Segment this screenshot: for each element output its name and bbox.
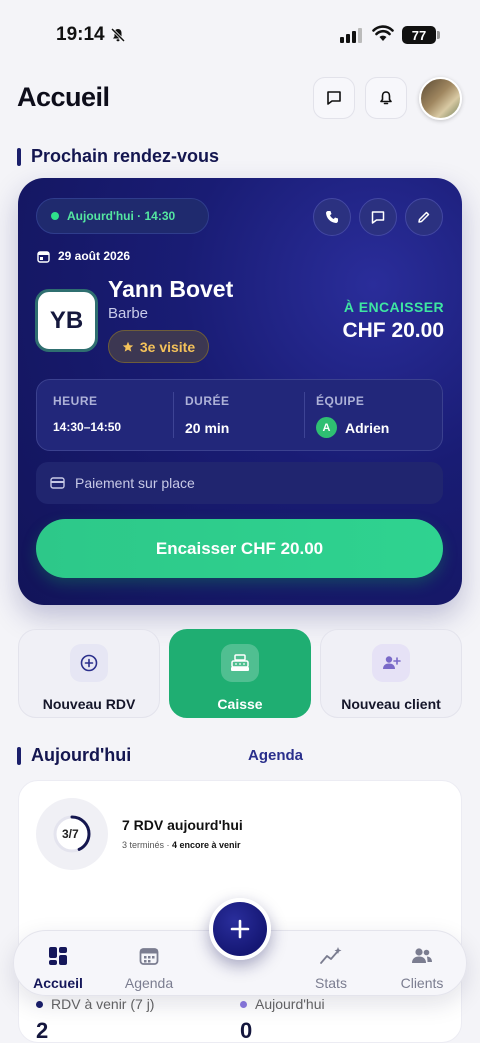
cash-register-button[interactable]: Caisse: [169, 629, 311, 718]
qa-label: Nouveau RDV: [42, 696, 136, 712]
team-avatar: A: [316, 417, 337, 438]
stat-upcoming: RDV à venir (7 j): [36, 996, 154, 1012]
bell-off-icon: [110, 27, 126, 43]
nav-label: Clients: [400, 975, 444, 991]
nav-clients[interactable]: Clients: [382, 945, 462, 991]
rdv-upcoming: 4 encore à venir: [172, 840, 241, 850]
cash-register-icon: [231, 654, 249, 671]
amount-due: CHF 20.00: [342, 319, 444, 342]
team-label: ÉQUIPE: [316, 394, 365, 408]
divider: [304, 392, 305, 438]
users-icon: [412, 948, 432, 963]
status-time: 19:14: [56, 24, 105, 45]
new-client-button[interactable]: Nouveau client: [320, 629, 462, 718]
stat-today: Aujourd'hui: [240, 996, 325, 1012]
stat-label: Aujourd'hui: [255, 996, 325, 1012]
stat-label: RDV à venir (7 j): [51, 996, 155, 1012]
section-today: Aujourd'hui: [17, 745, 131, 766]
chat-icon: [371, 211, 385, 224]
bell-icon: [380, 91, 392, 105]
client-name: Yann Bovet: [108, 276, 234, 302]
duration-column: DURÉE 20 min: [185, 394, 230, 436]
nav-stats[interactable]: Stats: [291, 945, 371, 991]
team-name: Adrien: [345, 419, 390, 436]
cash-in-button[interactable]: Encaisser CHF 20.00: [36, 519, 443, 578]
agenda-link[interactable]: Agenda: [248, 747, 303, 764]
time-value: 14:30–14:50: [53, 420, 122, 434]
section-marker: [17, 746, 21, 765]
calendar-icon: [139, 948, 159, 965]
notifications-button[interactable]: [365, 77, 407, 119]
payment-method: Paiement sur place: [36, 462, 443, 504]
nav-label: Agenda: [124, 975, 174, 991]
amount-due-label: À ENCAISSER: [343, 299, 444, 315]
legend-dot: [240, 1000, 247, 1008]
rdv-done: 3 terminés ·: [122, 840, 173, 850]
qa-label: Nouveau client: [341, 696, 441, 712]
team-column: ÉQUIPE A Adrien: [316, 394, 389, 438]
nav-agenda[interactable]: Agenda: [109, 945, 189, 991]
nav-label: Stats: [315, 975, 347, 991]
time-label: HEURE: [53, 394, 98, 408]
edit-button[interactable]: [405, 198, 443, 236]
today-time: Aujourd'hui · 14:30: [67, 209, 176, 223]
credit-card-icon: [50, 477, 65, 489]
pencil-icon: [418, 211, 430, 223]
messages-button[interactable]: [313, 77, 355, 119]
star-icon: [122, 341, 134, 352]
new-appointment-button[interactable]: Nouveau RDV: [18, 629, 160, 718]
visit-count: 3e visite: [139, 338, 196, 355]
progress-label: 3/7: [62, 827, 79, 841]
rdv-count-title: 7 RDV aujourd'hui: [122, 817, 243, 833]
divider: [173, 392, 174, 438]
nav-label: Accueil: [33, 975, 83, 991]
section-next-appointment: Prochain rendez-vous: [17, 146, 219, 167]
service-name: Barbe: [108, 305, 149, 322]
qa-label: Caisse: [217, 696, 263, 712]
qa-icon-bg: [70, 644, 108, 682]
team-member: A Adrien: [316, 417, 389, 438]
client-initials: YB: [35, 289, 98, 352]
trend-icon: [320, 947, 342, 964]
nav-accueil[interactable]: Accueil: [18, 945, 98, 991]
section-marker: [17, 147, 21, 166]
plus-circle-icon: [80, 654, 98, 672]
user-plus-icon: [383, 656, 401, 669]
plus-icon: [230, 919, 250, 939]
stat-value: 2: [36, 1018, 49, 1043]
chat-icon: [327, 91, 341, 105]
live-dot: [51, 212, 59, 220]
message-client-button[interactable]: [359, 198, 397, 236]
qa-icon-bg: [221, 644, 259, 682]
section-title: Prochain rendez-vous: [31, 146, 220, 166]
qa-icon-bg: [372, 644, 410, 682]
add-fab-button[interactable]: [209, 898, 271, 960]
duration-value: 20 min: [185, 420, 230, 436]
date-row: 29 août 2026: [37, 249, 130, 263]
wifi-icon: [372, 25, 394, 41]
calendar-icon: [37, 250, 50, 263]
page-title: Accueil: [17, 82, 110, 112]
visit-badge: 3e visite: [108, 330, 209, 363]
section-title: Aujourd'hui: [31, 745, 132, 765]
call-button[interactable]: [313, 198, 351, 236]
dashboard-icon: [49, 947, 67, 965]
rdv-breakdown: 3 terminés · 4 encore à venir: [122, 840, 241, 850]
legend-dot: [36, 1000, 43, 1008]
battery-icon: 77: [402, 26, 436, 44]
payment-text: Paiement sur place: [75, 475, 195, 491]
time-column: HEURE 14:30–14:50: [53, 394, 121, 434]
avatar[interactable]: [419, 77, 462, 120]
duration-label: DURÉE: [185, 394, 230, 408]
today-pill: Aujourd'hui · 14:30: [36, 198, 209, 234]
stat-value: 0: [240, 1018, 253, 1043]
signal-icon: [340, 28, 362, 43]
appointment-date: 29 août 2026: [58, 249, 131, 263]
phone-icon: [326, 211, 338, 223]
battery-tip: [437, 31, 440, 39]
